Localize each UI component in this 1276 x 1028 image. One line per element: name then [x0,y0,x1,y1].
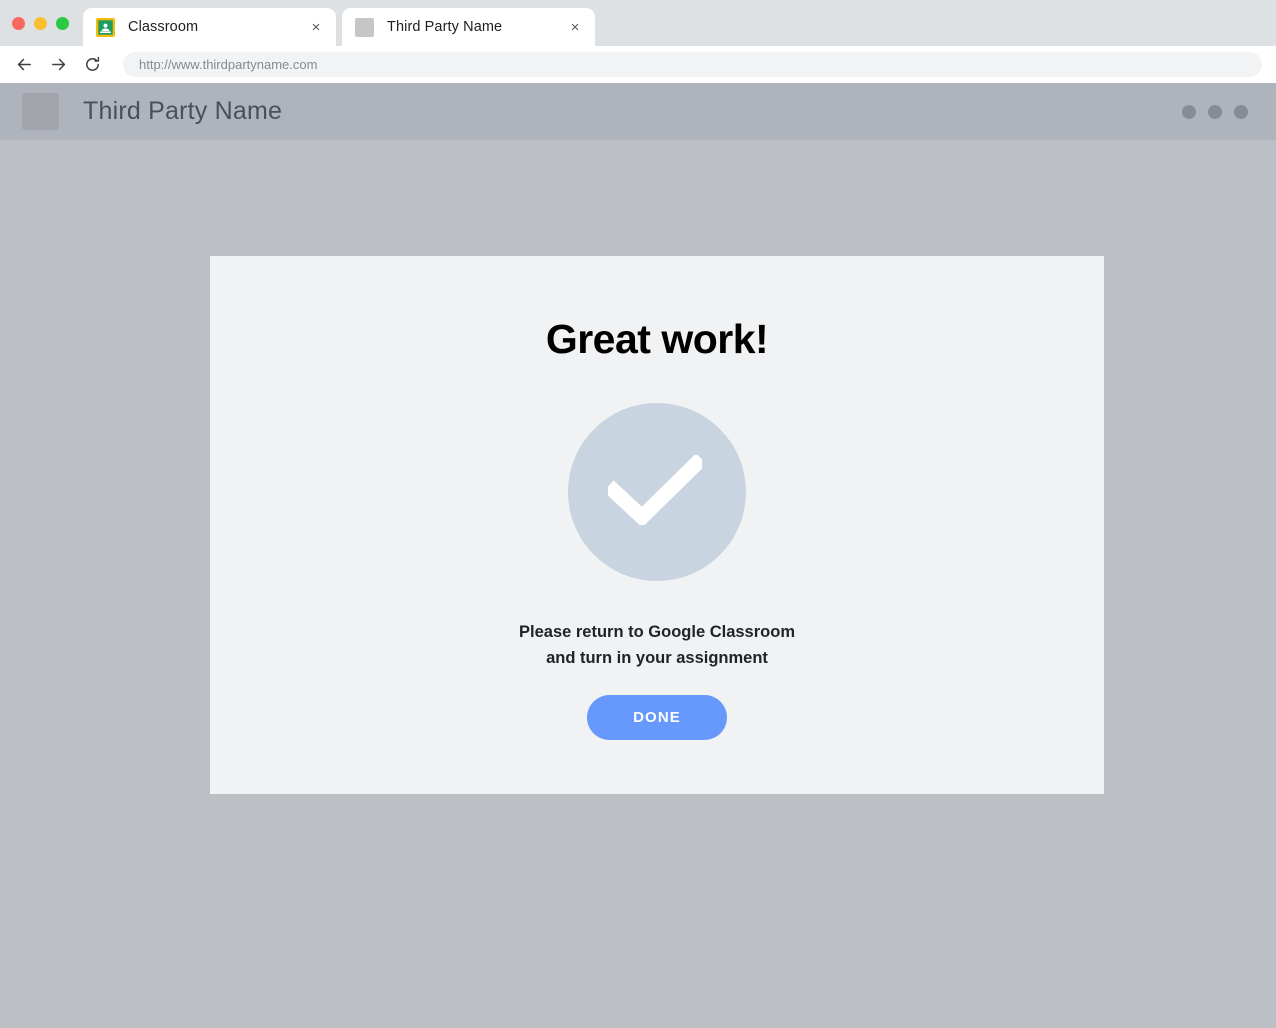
tab-classroom[interactable]: Classroom × [83,8,336,46]
page-title: Great work! [545,316,769,362]
forward-arrow-icon[interactable] [44,51,72,79]
site-header: Third Party Name [0,83,1276,140]
tab-title: Classroom [128,19,199,35]
close-window-button[interactable] [12,16,25,30]
window-controls [0,0,83,46]
header-menu-dots [1182,104,1248,119]
completion-card: Great work! Please return to Google Clas… [210,256,1104,794]
back-arrow-icon[interactable] [10,51,38,79]
page-viewport: Third Party Name Great work! Please retu… [0,83,1276,1028]
close-tab-icon[interactable]: × [566,18,584,36]
dot-two-icon[interactable] [1208,104,1222,119]
address-bar[interactable]: http://www.thirdpartyname.com [123,52,1262,77]
google-classroom-icon [96,17,115,37]
minimize-window-button[interactable] [34,16,47,30]
done-button[interactable]: DONE [587,695,727,740]
placeholder-logo-icon [22,93,59,130]
checkmark-circle-icon [568,403,746,581]
reload-icon[interactable] [78,51,106,79]
instruction-line-1: Please return to Google Classroom [519,623,795,641]
tab-third-party-name[interactable]: Third Party Name × [342,8,595,46]
instruction-line-2: and turn in your assignment [546,649,768,667]
page-content: Great work! Please return to Google Clas… [0,140,1276,1028]
dot-one-icon[interactable] [1182,104,1196,119]
placeholder-square-icon [355,17,374,37]
maximize-window-button[interactable] [56,16,69,30]
url-text: http://www.thirdpartyname.com [139,57,318,72]
close-tab-icon[interactable]: × [307,18,325,36]
dot-three-icon[interactable] [1234,104,1248,119]
tab-list: Classroom × Third Party Name × [83,0,601,46]
site-title: Third Party Name [83,97,283,125]
tab-title: Third Party Name [387,19,503,35]
tab-strip: Classroom × Third Party Name × [0,0,1276,46]
browser-toolbar: http://www.thirdpartyname.com [0,46,1276,83]
browser-window: Classroom × Third Party Name × http://ww… [0,0,1276,1028]
instruction-text: Please return to Google Classroom and tu… [519,619,795,671]
